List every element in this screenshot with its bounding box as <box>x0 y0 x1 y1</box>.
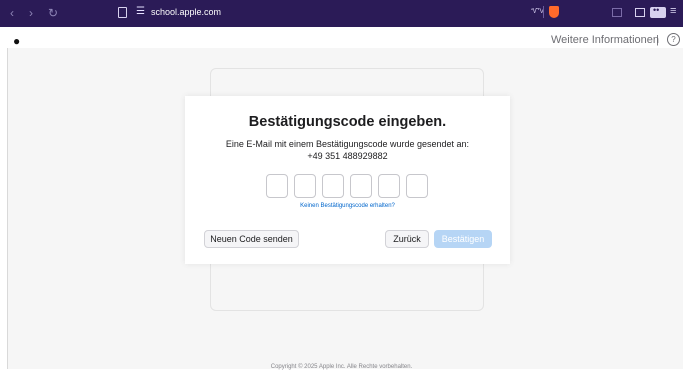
help-icon[interactable]: ? <box>667 33 680 46</box>
forward-icon[interactable]: › <box>29 6 33 20</box>
back-icon[interactable]: ‹ <box>10 6 14 20</box>
confirm-button[interactable]: Bestätigen <box>434 230 492 248</box>
dialog-title: Bestätigungscode eingeben. <box>248 114 447 130</box>
code-digit-4[interactable] <box>350 174 372 198</box>
reload-icon[interactable]: ↻ <box>48 6 58 20</box>
verification-dialog: Bestätigungscode eingeben. Eine E-Mail m… <box>185 96 510 264</box>
code-digit-1[interactable] <box>266 174 288 198</box>
dialog-description: Eine E-Mail mit einem Bestätigungscode w… <box>185 138 510 162</box>
menu-icon[interactable]: ≡ <box>670 5 676 17</box>
phone-number: +49 351 488929882 <box>307 151 388 161</box>
send-new-code-button[interactable]: Neuen Code senden <box>204 230 299 248</box>
apple-logo-icon[interactable]: ● <box>13 34 20 48</box>
address-bar[interactable]: school.apple.com <box>151 7 221 17</box>
sidebar-icon[interactable] <box>635 8 645 17</box>
code-digit-2[interactable] <box>294 174 316 198</box>
brave-shield-icon[interactable] <box>549 6 559 18</box>
code-digit-3[interactable] <box>322 174 344 198</box>
wallet-icon[interactable] <box>650 5 666 18</box>
back-button[interactable]: Zurück <box>385 230 429 248</box>
description-line: Eine E-Mail mit einem Bestätigungscode w… <box>225 139 470 149</box>
copyright-text: Copyright © 2025 Apple Inc. Alle Rechte … <box>270 364 413 370</box>
no-code-link[interactable]: Keinen Bestätigungscode erhalten? <box>185 203 510 209</box>
browser-toolbar: ‹ › ↻ ☰ school.apple.com ᏉV ≡ <box>0 0 683 27</box>
code-digit-6[interactable] <box>406 174 428 198</box>
code-digit-5[interactable] <box>378 174 400 198</box>
site-settings-icon[interactable]: ☰ <box>136 6 145 17</box>
bookmark-icon[interactable] <box>118 7 127 18</box>
header-divider: | <box>656 34 659 46</box>
more-info-link[interactable]: Weitere Informationen <box>551 34 659 46</box>
toolbar-divider <box>543 6 544 18</box>
extension-icon[interactable] <box>612 8 622 17</box>
